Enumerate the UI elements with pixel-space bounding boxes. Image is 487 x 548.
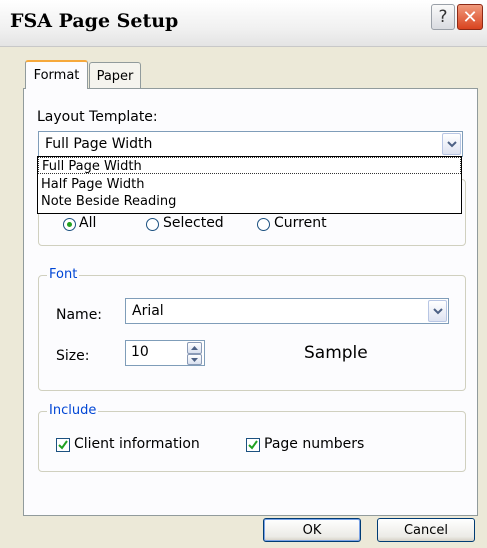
ok-button-label: OK [302,522,322,538]
checkmark-icon [58,440,68,450]
tab-format[interactable]: Format [25,60,88,89]
radio-selected[interactable] [146,218,159,231]
font-group: Font Name: Arial Size: 10 Sample [38,267,466,391]
close-icon: ✕ [462,6,478,28]
close-button[interactable]: ✕ [457,4,483,30]
font-size-stepper[interactable]: 10 [125,340,205,366]
checkmark-icon [248,440,258,450]
title-bar: FSA Page Setup ? ✕ [0,0,487,47]
layout-template-select[interactable]: Full Page Width [38,131,463,157]
font-size-label: Size: [56,348,90,364]
chevron-down-icon [446,140,457,147]
help-icon: ? [438,7,448,27]
page-numbers-label: Page numbers [264,436,365,452]
dropdown-option-note-beside-reading[interactable]: Note Beside Reading [38,193,461,210]
layout-template-dropdown-list: Full Page Width Half Page Width Note Bes… [37,156,462,214]
radio-current-label: Current [274,215,327,231]
radio-current[interactable] [257,218,270,231]
include-group: Include Client information Page numbers [38,403,466,472]
dropdown-option-half-page-width[interactable]: Half Page Width [38,176,461,193]
layout-template-value: Full Page Width [45,136,153,152]
window-title: FSA Page Setup [10,10,179,32]
client-information-checkbox[interactable] [56,438,70,452]
page-numbers-checkbox[interactable] [246,438,260,452]
layout-template-label: Layout Template: [37,109,158,125]
cancel-button[interactable]: Cancel [377,518,475,542]
tab-paper-label: Paper [96,68,134,84]
client-information-label: Client information [74,436,200,452]
chevron-down-icon [432,307,443,314]
font-size-value: 10 [131,344,149,360]
arrow-down-icon [191,357,198,362]
dropdown-option-full-page-width[interactable]: Full Page Width [38,157,461,174]
font-name-dropdown-button[interactable] [428,300,447,322]
page-setup-dialog: FSA Page Setup ? ✕ Format Paper Layout T… [0,0,487,548]
font-name-select[interactable]: Arial [125,298,449,324]
help-button[interactable]: ? [431,4,455,30]
arrow-up-icon [191,346,198,350]
size-down-button[interactable] [187,354,202,365]
font-group-title: Font [47,267,80,282]
format-tab-panel: Layout Template: Full Page Width All Sel… [23,88,478,516]
cancel-button-label: Cancel [403,522,449,538]
tab-paper[interactable]: Paper [89,62,141,89]
size-up-button[interactable] [187,342,202,354]
layout-template-dropdown-button[interactable] [442,133,461,155]
include-group-title: Include [47,403,99,418]
font-name-label: Name: [56,307,103,323]
radio-selected-dot [67,222,72,227]
font-name-value: Arial [132,303,164,319]
ok-button[interactable]: OK [263,518,361,542]
radio-all[interactable] [63,218,76,231]
tab-format-label: Format [33,68,80,83]
radio-all-label: All [79,215,97,231]
font-sample-text: Sample [304,343,368,363]
radio-selected-label: Selected [163,215,224,231]
